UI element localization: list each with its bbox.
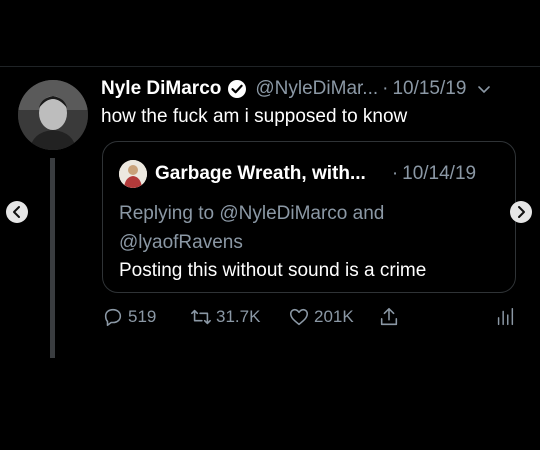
quoted-separator-dot: ·: [391, 163, 399, 184]
avatar[interactable]: [18, 80, 88, 150]
analytics-button[interactable]: [494, 306, 520, 328]
action-bar: 519 31.7K 201K: [102, 306, 522, 334]
replying-line-2: @lyaofRavens: [119, 232, 243, 253]
chevron-left-icon[interactable]: [6, 201, 28, 223]
retweet-icon: [191, 309, 211, 325]
chevron-right-icon[interactable]: [510, 201, 532, 223]
quoted-header: Garbage Wreath, with... · 10/14/19: [155, 163, 505, 185]
tweet-header: Nyle DiMarco @NyleDiMar... · 10/15/19: [101, 78, 531, 100]
share-button[interactable]: [378, 306, 404, 328]
quoted-avatar: [119, 160, 147, 188]
share-icon: [380, 307, 398, 326]
replying-line-1: Replying to @NyleDiMarco and: [119, 203, 385, 224]
tweet-date[interactable]: 10/15/19: [392, 78, 466, 100]
quoted-tweet[interactable]: Garbage Wreath, with... · 10/14/19 Reply…: [102, 141, 516, 293]
heart-icon: [289, 308, 309, 326]
author-name[interactable]: Nyle DiMarco: [101, 78, 221, 100]
replying-to: Replying to @NyleDiMarco and @lyaofRaven…: [119, 199, 499, 257]
reply-icon: [104, 308, 122, 327]
quoted-author-name: Garbage Wreath, with...: [155, 163, 366, 184]
chevron-down-icon[interactable]: [476, 81, 492, 97]
top-divider: [0, 66, 540, 67]
reply-button[interactable]: 519: [102, 306, 156, 328]
thread-line: [50, 158, 55, 358]
analytics-icon: [497, 308, 514, 326]
verified-badge-icon: [227, 79, 247, 99]
tweet-text: how the fuck am i supposed to know: [101, 106, 408, 127]
like-button[interactable]: 201K: [288, 306, 354, 328]
retweet-count: 31.7K: [216, 307, 261, 326]
like-count: 201K: [314, 307, 354, 326]
author-handle[interactable]: @NyleDiMar...: [255, 78, 378, 100]
separator-dot: ·: [382, 78, 389, 99]
reply-count: 519: [128, 307, 157, 326]
quoted-date: 10/14/19: [402, 163, 477, 184]
quoted-text: Posting this without sound is a crime: [119, 260, 427, 281]
retweet-button[interactable]: 31.7K: [190, 306, 260, 328]
